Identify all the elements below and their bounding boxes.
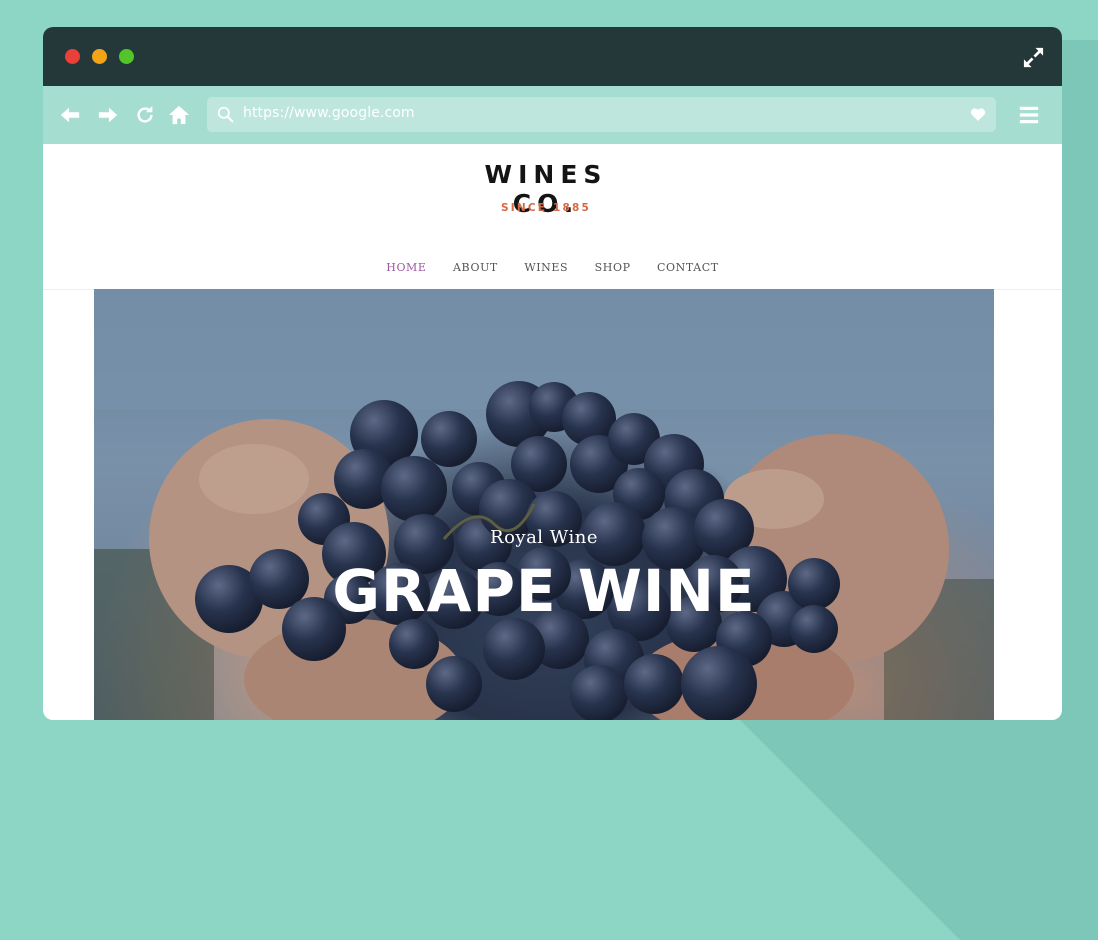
hero-banner: Royal Wine GRAPE WINE: [94, 289, 994, 720]
hamburger-menu-icon[interactable]: [1018, 104, 1040, 126]
site-logo[interactable]: WINES CO. SINCE 1885: [461, 160, 631, 220]
address-bar[interactable]: https://www.google.com: [207, 97, 996, 132]
logo-tagline: SINCE 1885: [500, 202, 591, 214]
title-bar: [43, 27, 1062, 86]
close-window-button[interactable]: [65, 49, 80, 64]
nav-contact[interactable]: CONTACT: [657, 261, 719, 274]
main-navigation: HOME ABOUT WINES SHOP CONTACT: [43, 258, 1062, 276]
search-icon: [217, 106, 234, 123]
reload-icon[interactable]: [134, 104, 156, 126]
site-header: WINES CO. SINCE 1885 HOME ABOUT WINES SH…: [43, 144, 1062, 290]
minimize-window-button[interactable]: [92, 49, 107, 64]
nav-shop[interactable]: SHOP: [595, 261, 631, 274]
nav-wines[interactable]: WINES: [524, 261, 568, 274]
nav-about[interactable]: ABOUT: [453, 261, 498, 274]
url-text[interactable]: https://www.google.com: [243, 105, 415, 121]
maximize-window-button[interactable]: [119, 49, 134, 64]
heart-icon[interactable]: [970, 107, 986, 122]
expand-icon[interactable]: [1022, 46, 1045, 69]
hero-subtitle: Royal Wine: [490, 527, 598, 548]
hero-title: GRAPE WINE: [332, 557, 756, 625]
back-arrow-icon[interactable]: [59, 104, 81, 126]
browser-window: https://www.google.com WINES CO. SINCE 1…: [43, 27, 1062, 720]
nav-home[interactable]: HOME: [386, 261, 426, 274]
browser-toolbar: https://www.google.com: [43, 86, 1062, 144]
forward-arrow-icon[interactable]: [97, 104, 119, 126]
grapes-in-hands-image: [94, 289, 994, 720]
home-icon[interactable]: [168, 104, 190, 126]
